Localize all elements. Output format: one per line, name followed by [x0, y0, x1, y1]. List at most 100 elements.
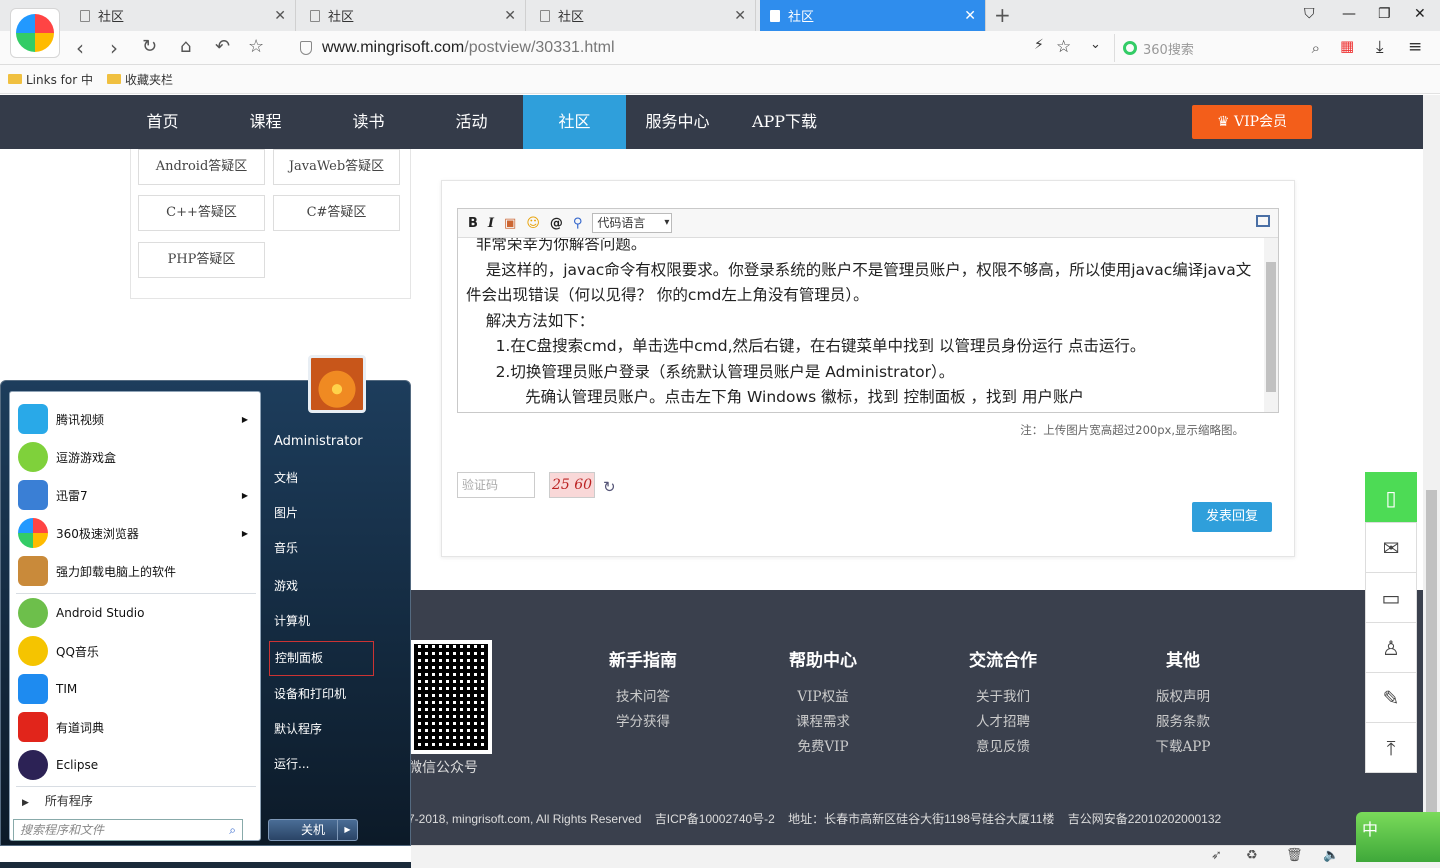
program-douyou[interactable]: 逗游游戏盒	[12, 438, 258, 476]
new-tab-button[interactable]: +	[994, 3, 1011, 27]
program-youdao[interactable]: 有道词典	[12, 708, 258, 746]
mention-icon[interactable]: @	[550, 216, 563, 231]
nav-service-center[interactable]: 服务中心	[626, 95, 729, 149]
start-item-documents[interactable]: 文档	[274, 469, 298, 486]
start-item-music[interactable]: 音乐	[274, 539, 298, 556]
start-item-computer[interactable]: 计算机	[274, 612, 310, 629]
start-item-administrator[interactable]: Administrator	[274, 434, 363, 449]
editor-content[interactable]: 非常荣幸为你解答问题。 是这样的，javac命令有权限要求。你登录系统的账户不是…	[458, 238, 1264, 412]
category-javaweb[interactable]: JavaWeb答疑区	[273, 149, 400, 185]
bookmark-favorites[interactable]: 收藏夹栏	[106, 71, 173, 88]
footer-link[interactable]: 免费VIP	[763, 735, 883, 760]
program-eclipse[interactable]: Eclipse	[12, 746, 258, 784]
lightning-icon[interactable]: ⚡	[1034, 37, 1044, 53]
nav-app-download[interactable]: APP下载	[733, 95, 836, 149]
category-android[interactable]: Android答疑区	[138, 149, 265, 185]
scrollbar-thumb[interactable]	[1426, 490, 1437, 830]
trash-icon[interactable]: 🗑	[1286, 848, 1303, 863]
program-tencent-video[interactable]: 腾讯视频 ▶	[12, 400, 258, 438]
user-avatar[interactable]	[308, 355, 366, 413]
download-icon[interactable]: ⤓	[1376, 37, 1384, 57]
search-icon[interactable]: ⌕	[1312, 39, 1320, 57]
menu-icon[interactable]: ≡	[1408, 37, 1422, 57]
program-qq-music[interactable]: QQ音乐	[12, 632, 258, 670]
nav-reading[interactable]: 读书	[317, 95, 420, 149]
start-item-games[interactable]: 游戏	[274, 577, 298, 594]
nav-home[interactable]: 首页	[111, 95, 214, 149]
rocket-icon[interactable]: ➶	[1211, 848, 1222, 863]
page-scrollbar[interactable]	[1423, 95, 1440, 845]
code-language-select[interactable]: 代码语言	[592, 213, 673, 233]
category-cpp[interactable]: C++答疑区	[138, 195, 265, 231]
search-input[interactable]: 360搜索 ⌕	[1114, 34, 1328, 62]
nav-courses[interactable]: 课程	[214, 95, 317, 149]
editor-scrollbar-thumb[interactable]	[1266, 262, 1276, 392]
url-field[interactable]: www.mingrisoft.com/postview/30331.html	[290, 34, 1110, 62]
emoji-icon[interactable]: ☺	[526, 216, 540, 231]
category-csharp[interactable]: C#答疑区	[273, 195, 400, 231]
category-php[interactable]: PHP答疑区	[138, 242, 265, 278]
mobile-icon[interactable]: ▯	[1365, 472, 1417, 523]
ime-indicator[interactable]: 中	[1356, 812, 1440, 862]
footer-link[interactable]: 课程需求	[763, 710, 883, 735]
star-icon[interactable]: ☆	[248, 36, 264, 57]
captcha-input[interactable]: 验证码	[457, 472, 535, 498]
home-icon[interactable]: ⌂	[180, 36, 191, 57]
qq-icon[interactable]: ♙	[1365, 622, 1417, 673]
start-item-run[interactable]: 运行...	[274, 755, 309, 772]
close-window-button[interactable]: ✕	[1414, 6, 1426, 22]
back-icon[interactable]: ‹	[76, 36, 84, 60]
footer-link[interactable]: VIP权益	[763, 685, 883, 710]
program-360-browser[interactable]: 360极速浏览器 ▶	[12, 514, 258, 552]
captcha-refresh-icon[interactable]: ↻	[603, 478, 616, 496]
chat-icon[interactable]: ▭	[1365, 572, 1417, 623]
mail-icon[interactable]: ✉	[1365, 522, 1417, 573]
back-to-top-icon[interactable]: ⤒	[1365, 722, 1417, 773]
fullscreen-icon[interactable]	[1256, 215, 1270, 227]
refresh-icon[interactable]: ↻	[142, 36, 157, 57]
sound-icon[interactable]: 🔈	[1323, 848, 1339, 863]
footer-link[interactable]: 技术问答	[583, 685, 703, 710]
favorite-star-icon[interactable]: ☆	[1056, 37, 1071, 57]
program-tim[interactable]: TIM	[12, 670, 258, 708]
forward-icon[interactable]: ›	[110, 36, 118, 60]
shutdown-button[interactable]: 关机 ▶	[268, 819, 358, 841]
footer-link[interactable]: 版权声明	[1123, 685, 1243, 710]
restore-button[interactable]: ❐	[1378, 6, 1391, 22]
browser-tab-4-active[interactable]: 社区 ✕	[760, 0, 986, 31]
vip-button[interactable]: ♛ VIP会员	[1192, 105, 1312, 139]
editor-scrollbar[interactable]	[1264, 238, 1278, 412]
shirt-skin-icon[interactable]: ⛉	[1304, 6, 1315, 22]
start-item-pictures[interactable]: 图片	[274, 504, 298, 521]
close-icon[interactable]: ✕	[964, 7, 976, 24]
close-icon[interactable]: ✕	[504, 7, 516, 24]
browser-logo[interactable]	[10, 8, 60, 58]
arrow-right-icon[interactable]: ▶	[337, 820, 357, 840]
apps-grid-icon[interactable]: ▦	[1340, 37, 1354, 55]
italic-button[interactable]: I	[488, 216, 494, 231]
start-search-input[interactable]: 搜索程序和文件 ⌕	[13, 819, 243, 841]
start-item-devices-printers[interactable]: 设备和打印机	[274, 685, 346, 702]
nav-events[interactable]: 活动	[420, 95, 523, 149]
footer-link[interactable]: 意见反馈	[943, 735, 1063, 760]
browser-tab-2[interactable]: 社区 ✕	[300, 0, 526, 31]
browser-tab-1[interactable]: 社区 ✕	[70, 0, 296, 31]
submit-reply-button[interactable]: 发表回复	[1192, 502, 1272, 532]
rich-text-editor[interactable]: B I ▣ ☺ @ ⚲ 代码语言 非常荣幸为你解答问题。 是这样的，javac命…	[457, 208, 1279, 413]
close-icon[interactable]: ✕	[734, 7, 746, 24]
undo-icon[interactable]: ↶	[215, 36, 230, 57]
program-xunlei[interactable]: 迅雷7 ▶	[12, 476, 258, 514]
captcha-image[interactable]: 25 60	[549, 472, 595, 498]
search-icon[interactable]: ⌕	[229, 820, 236, 840]
nav-community[interactable]: 社区	[523, 95, 626, 149]
start-item-default-programs[interactable]: 默认程序	[274, 720, 322, 737]
start-item-control-panel[interactable]: 控制面板	[269, 641, 374, 676]
edit-icon[interactable]: ✎	[1365, 672, 1417, 723]
footer-link[interactable]: 关于我们	[943, 685, 1063, 710]
footer-link[interactable]: 学分获得	[583, 710, 703, 735]
program-android-studio[interactable]: Android Studio	[12, 594, 258, 632]
browser-tab-3[interactable]: 社区 ✕	[530, 0, 756, 31]
footer-link[interactable]: 人才招聘	[943, 710, 1063, 735]
close-icon[interactable]: ✕	[274, 7, 286, 24]
image-icon[interactable]: ▣	[504, 216, 516, 231]
